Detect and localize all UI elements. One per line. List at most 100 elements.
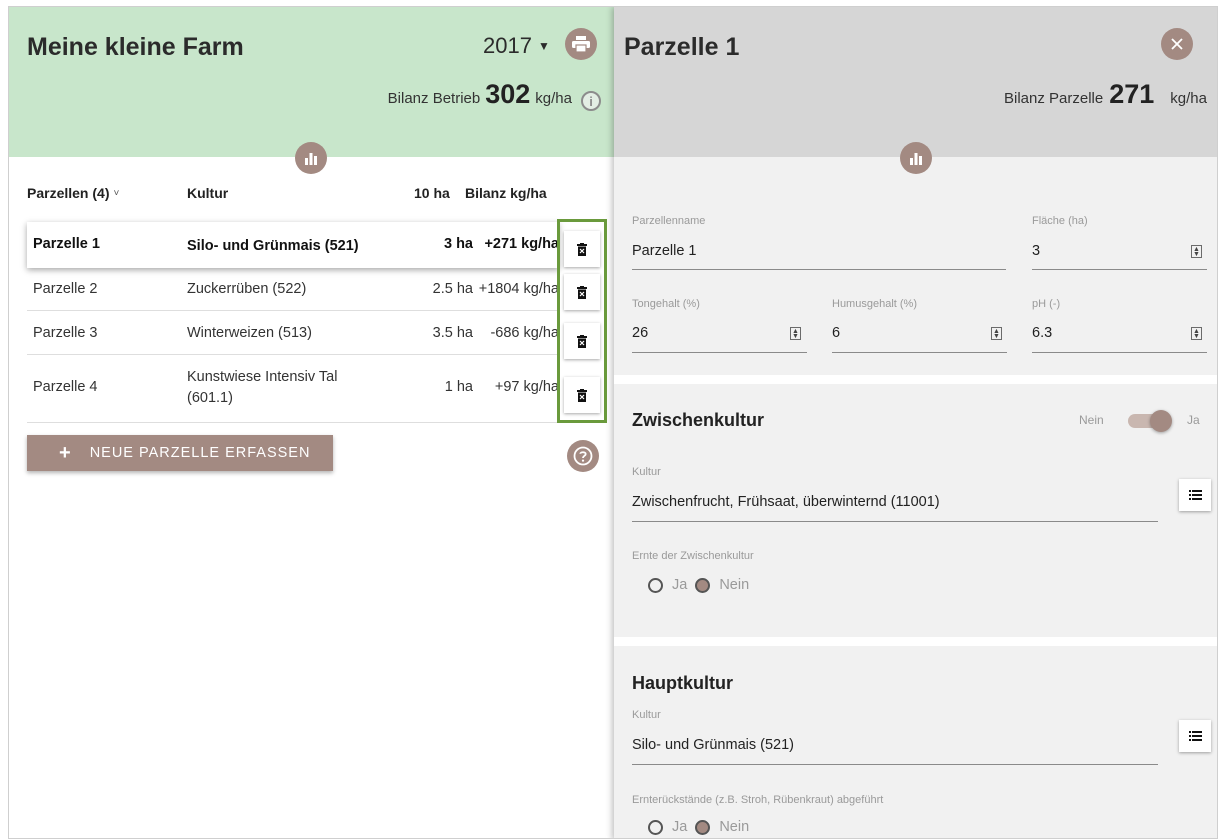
area-input[interactable]: 3: [1032, 243, 1040, 259]
row-kultur: Silo- und Grünmais (521): [187, 238, 359, 254]
table-row[interactable]: Parzelle 4 Kunstwiese Intensiv Tal (601.…: [27, 355, 559, 423]
radio-nein-label: Nein: [719, 577, 750, 593]
humus-input[interactable]: 6: [832, 325, 840, 341]
parcel-balance: Bilanz Parzelle 271 kg/ha: [1004, 79, 1207, 110]
row-name: Parzelle 1: [33, 236, 100, 252]
radio-ja-label: Ja: [672, 577, 688, 593]
toggle-on-label: Ja: [1187, 413, 1200, 427]
catch-crop-list-button[interactable]: [1179, 479, 1211, 511]
close-button[interactable]: [1161, 28, 1193, 60]
main-crop-kultur-value[interactable]: Silo- und Grünmais (521): [632, 737, 794, 753]
catch-crop-kultur-value[interactable]: Zwischenfrucht, Frühsaat, überwinternd (…: [632, 494, 940, 510]
parcel-name-label: Parzellenname: [632, 215, 706, 227]
delete-buttons-highlight: [557, 219, 607, 423]
row-bilanz: +1804 kg/ha: [478, 281, 559, 297]
bar-chart-icon: [305, 152, 317, 165]
print-button[interactable]: [565, 28, 597, 60]
radio-nein[interactable]: [695, 819, 711, 835]
parcel-name-input[interactable]: Parzelle 1: [632, 243, 696, 259]
info-icon[interactable]: i: [581, 91, 601, 111]
plus-icon: +: [59, 441, 72, 464]
row-name: Parzelle 2: [33, 281, 98, 297]
year-value: 2017: [483, 33, 532, 58]
parcel-title: Parzelle 1: [624, 33, 740, 61]
humus-label: Humusgehalt (%): [832, 298, 917, 310]
bar-chart-icon: [910, 152, 922, 165]
trash-icon: [577, 388, 587, 402]
area-stepper[interactable]: ▲ ▼: [1191, 245, 1202, 258]
delete-row-button[interactable]: [564, 323, 600, 359]
parcel-balance-value: 271: [1109, 79, 1155, 109]
clay-input[interactable]: 26: [632, 325, 648, 341]
trash-icon: [577, 334, 587, 348]
toggle-knob[interactable]: [1150, 410, 1172, 432]
parcel-name-underline: [632, 269, 1006, 270]
radio-ja-label: Ja: [672, 819, 688, 835]
section-divider: [614, 637, 1217, 646]
main-crop-list-button[interactable]: [1179, 720, 1211, 752]
caret-down-icon: ▼: [537, 39, 550, 53]
residue-radio[interactable]: Ja Nein: [648, 819, 749, 835]
toggle-off-label: Nein: [1079, 413, 1104, 427]
area-label: Fläche (ha): [1032, 215, 1088, 227]
radio-nein-label: Nein: [719, 819, 750, 835]
catch-crop-harvest-radio[interactable]: Ja Nein: [648, 577, 749, 593]
help-icon: [573, 446, 593, 466]
new-parcel-button[interactable]: + NEUE PARZELLE ERFASSEN: [27, 435, 333, 471]
table-row[interactable]: Parzelle 1 Silo- und Grünmais (521) 3 ha…: [27, 222, 559, 268]
col-header-bilanz: Bilanz kg/ha: [465, 185, 547, 201]
print-icon: [572, 36, 590, 52]
col-header-area: 10 ha: [414, 185, 450, 201]
col-header-kultur: Kultur: [187, 185, 229, 201]
farm-title: Meine kleine Farm: [27, 33, 244, 61]
farm-balance-unit: kg/ha: [535, 90, 572, 107]
catch-crop-title: Zwischenkultur: [632, 410, 765, 430]
ph-input[interactable]: 6.3: [1032, 325, 1052, 341]
parcel-chart-button[interactable]: [900, 142, 932, 174]
row-bilanz: +271 kg/ha: [484, 236, 559, 252]
farm-panel: Meine kleine Farm 2017 ▼ Bilanz Betrieb 3…: [9, 7, 629, 838]
catch-crop-harvest-label: Ernte der Zwischenkultur: [632, 550, 754, 562]
radio-ja[interactable]: [648, 819, 663, 835]
row-bilanz: +97 kg/ha: [494, 379, 559, 395]
year-select[interactable]: 2017 ▼: [483, 33, 550, 59]
clay-stepper[interactable]: ▲ ▼: [790, 327, 801, 340]
row-kultur: Winterweizen (513): [187, 325, 312, 341]
ph-label: pH (-): [1032, 298, 1061, 310]
catch-crop-underline: [632, 521, 1158, 522]
delete-row-button[interactable]: [564, 377, 600, 413]
main-crop-title: Hauptkultur: [632, 673, 733, 693]
help-button[interactable]: [567, 440, 599, 472]
main-crop-kultur-label: Kultur: [632, 709, 661, 721]
col-header-parzellen[interactable]: Parzellen (4) ˅: [27, 185, 119, 201]
close-icon: [1171, 38, 1183, 50]
ph-stepper[interactable]: ▲ ▼: [1191, 327, 1202, 340]
clay-underline: [632, 352, 807, 353]
farm-chart-button[interactable]: [295, 142, 327, 174]
section-divider: [614, 375, 1217, 384]
humus-stepper[interactable]: ▲ ▼: [991, 327, 1002, 340]
delete-row-button[interactable]: [564, 274, 600, 310]
table-row[interactable]: Parzelle 3 Winterweizen (513) 3.5 ha -68…: [27, 311, 559, 355]
ph-underline: [1032, 352, 1207, 353]
row-area: 1 ha: [444, 379, 473, 395]
farm-balance-value: 302: [485, 79, 531, 109]
residue-label: Ernterückstände (z.B. Stroh, Rübenkraut)…: [632, 794, 884, 806]
row-area: 3.5 ha: [432, 325, 473, 341]
table-row[interactable]: Parzelle 2 Zuckerrüben (522) 2.5 ha +180…: [27, 268, 559, 311]
area-underline: [1032, 269, 1207, 270]
row-name: Parzelle 3: [33, 325, 98, 341]
chevron-down-icon: ˅: [113, 188, 120, 199]
row-area: 2.5 ha: [432, 281, 473, 297]
delete-row-button[interactable]: [564, 231, 600, 267]
humus-underline: [832, 352, 1007, 353]
row-area: 3 ha: [443, 236, 473, 252]
trash-icon: [577, 242, 587, 256]
farm-header: Meine kleine Farm 2017 ▼ Bilanz Betrieb 3…: [9, 7, 629, 157]
parcel-header: Parzelle 1 Bilanz Parzelle 271 kg/ha: [614, 7, 1217, 157]
radio-ja[interactable]: [648, 577, 663, 593]
parcel-balance-label: Bilanz Parzelle: [1004, 90, 1104, 107]
radio-nein[interactable]: [695, 577, 711, 593]
list-icon: [1188, 731, 1202, 741]
row-name: Parzelle 4: [33, 379, 98, 395]
